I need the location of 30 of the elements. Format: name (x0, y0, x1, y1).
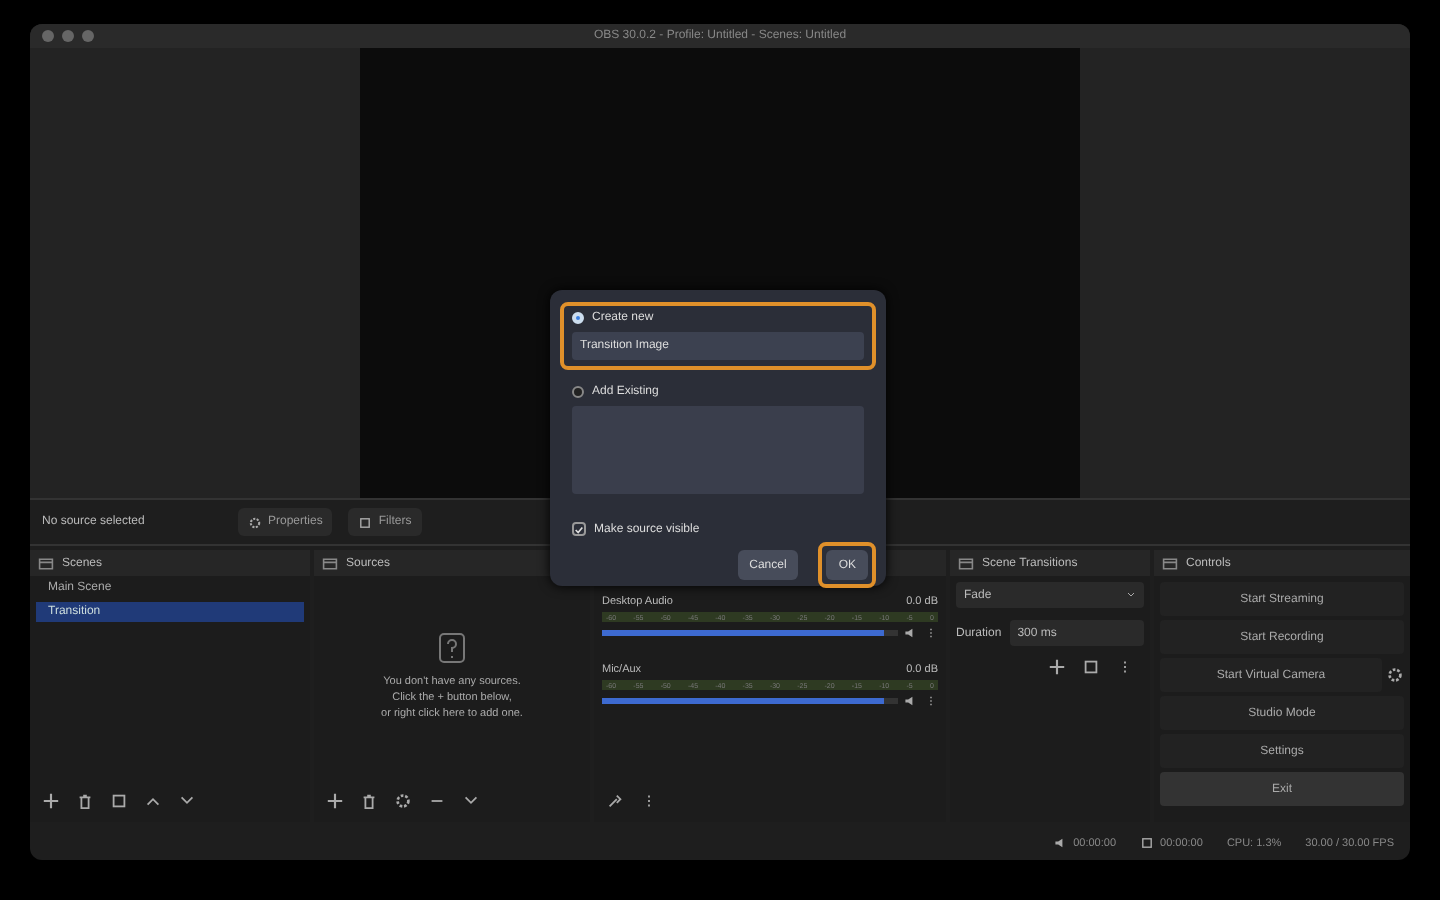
trash-icon[interactable] (360, 791, 378, 810)
square-icon[interactable] (1082, 658, 1100, 677)
filter-icon[interactable] (110, 791, 128, 810)
gear-icon (248, 515, 262, 530)
down-icon[interactable] (462, 791, 480, 810)
stream-icon (1053, 836, 1068, 851)
add-icon[interactable] (326, 791, 344, 810)
help-icon (438, 631, 466, 664)
menu-icon[interactable] (924, 694, 938, 709)
square-icon (358, 515, 373, 530)
trash-icon[interactable] (76, 791, 94, 810)
dock-icon (958, 555, 974, 572)
record-icon (1140, 836, 1155, 851)
speaker-icon[interactable] (904, 694, 918, 709)
down-icon[interactable] (178, 791, 196, 810)
speaker-icon[interactable] (904, 626, 918, 641)
minimize-button[interactable] (62, 29, 74, 42)
checkbox[interactable] (572, 522, 586, 536)
close-button[interactable] (42, 29, 54, 42)
radio-button[interactable] (572, 386, 584, 398)
add-icon[interactable] (42, 791, 60, 810)
settings-icon[interactable] (1386, 666, 1404, 685)
dock-icon (322, 555, 338, 572)
dock-icon (38, 555, 54, 572)
add-icon[interactable] (1048, 658, 1066, 677)
menu-icon[interactable] (924, 626, 938, 641)
wrench-icon[interactable] (606, 791, 624, 810)
dock-icon (1162, 555, 1178, 572)
gear-icon[interactable] (394, 791, 412, 810)
zoom-button[interactable] (82, 29, 94, 42)
